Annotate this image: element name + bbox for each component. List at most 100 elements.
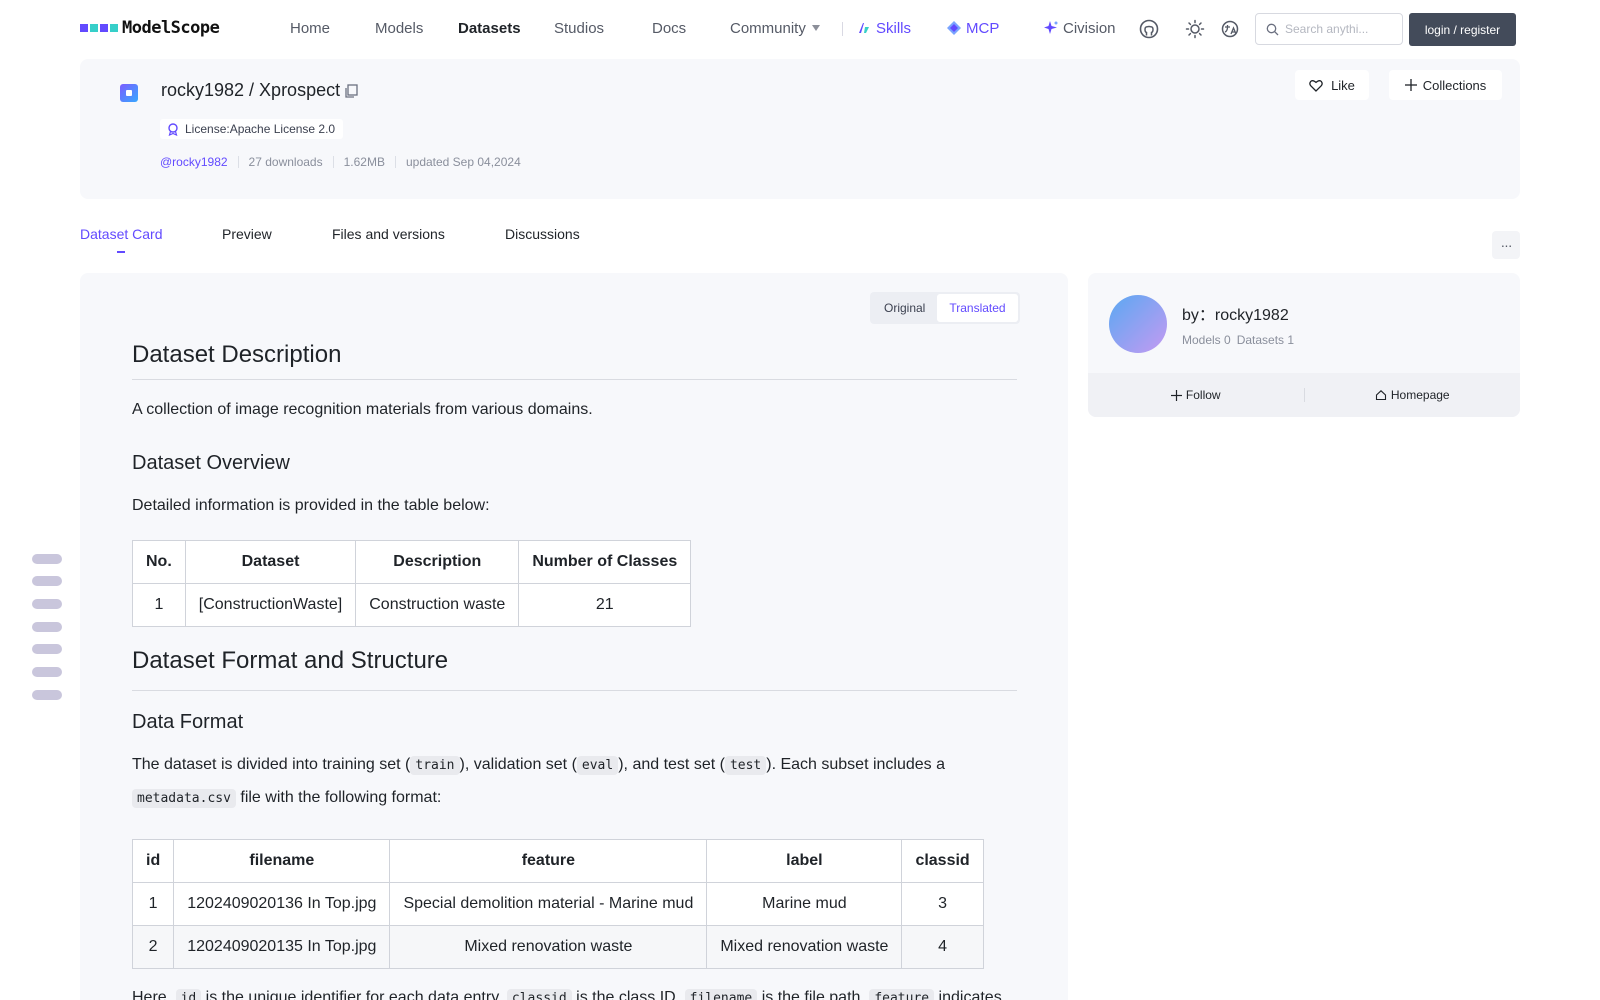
nav-models[interactable]: Models <box>375 20 423 37</box>
outline-item[interactable] <box>32 667 62 677</box>
nav-community[interactable]: Community <box>730 20 820 37</box>
nav-mcp[interactable]: MCP <box>946 20 999 37</box>
collections-button[interactable]: Collections <box>1389 70 1502 100</box>
tab-files-and-versions[interactable]: Files and versions <box>332 226 445 242</box>
code-classid: classid <box>506 989 572 1000</box>
table-cell: [ConstructionWaste] <box>184 583 357 627</box>
table-header-row: No. Dataset Description Number of Classe… <box>132 540 692 584</box>
modelscope-logo[interactable]: ModelScope <box>80 18 220 38</box>
license-label: License:Apache License 2.0 <box>185 122 336 136</box>
text-segment: ), validation set ( <box>459 756 577 773</box>
follow-button[interactable]: Follow <box>1088 388 1304 402</box>
outline-item[interactable] <box>32 554 62 564</box>
copy-icon[interactable] <box>343 83 359 99</box>
author-name[interactable]: by：rocky1982 <box>1182 301 1289 325</box>
login-register-button[interactable]: login / register <box>1409 13 1516 46</box>
license-badge[interactable]: License:Apache License 2.0 <box>160 119 344 139</box>
skills-icon <box>859 23 869 33</box>
description-text: A collection of image recognition materi… <box>132 401 593 418</box>
code-eval: eval <box>576 756 619 775</box>
heart-icon <box>1309 79 1323 92</box>
plus-icon <box>1170 389 1182 401</box>
text-segment: is the file path, <box>757 989 870 1000</box>
table-cell: 4 <box>901 925 984 969</box>
table-cell: 1 <box>132 583 186 627</box>
table-cell: Construction waste <box>355 583 520 627</box>
code-metadata: metadata.csv <box>132 789 236 808</box>
table-cell: 21 <box>518 583 692 627</box>
nav-studios[interactable]: Studios <box>554 20 604 37</box>
nav-civision[interactable]: Civision <box>1043 20 1116 37</box>
logo-text: ModelScope <box>122 18 220 38</box>
search-input[interactable] <box>1285 22 1395 36</box>
code-id: id <box>175 989 202 1000</box>
outline-item[interactable] <box>32 576 62 586</box>
nav-civision-label: Civision <box>1063 20 1116 37</box>
owner-link[interactable]: @rocky1982 <box>160 155 228 169</box>
toggle-translated[interactable]: Translated <box>937 294 1018 322</box>
table-header-row: id filename feature label classid <box>131 839 984 883</box>
heading-data-format: Data Format <box>132 711 244 733</box>
like-label: Like <box>1331 77 1355 93</box>
more-options-button[interactable]: ··· <box>1492 231 1520 259</box>
format-table: id filename feature label classid 1 1202… <box>131 839 984 969</box>
field-explanation-text: Here, id is the unique identifier for ea… <box>132 982 1017 1000</box>
text-segment: ), and test set ( <box>618 756 725 773</box>
search-icon <box>1266 23 1279 35</box>
table-cell: Mixed renovation waste <box>706 925 903 969</box>
table-row: 2 1202409020135 In Top.jpg Mixed renovat… <box>131 925 984 969</box>
table-cell: Marine mud <box>706 882 903 926</box>
table-header-cell: Number of Classes <box>518 540 692 584</box>
nav-docs[interactable]: Docs <box>652 20 686 37</box>
tab-dataset-card[interactable]: Dataset Card <box>80 226 162 242</box>
nav-divider <box>842 22 843 36</box>
outline-item[interactable] <box>32 690 62 700</box>
avatar[interactable] <box>1109 295 1167 353</box>
tab-discussions[interactable]: Discussions <box>505 226 580 242</box>
outline-item[interactable] <box>32 644 62 654</box>
nav-skills-label: Skills <box>876 20 912 37</box>
text-segment: Here, <box>132 989 176 1000</box>
search-box[interactable] <box>1255 13 1403 45</box>
table-header-cell: label <box>706 839 903 883</box>
table-header-cell: feature <box>389 839 708 883</box>
table-cell: 2 <box>131 925 175 969</box>
language-icon[interactable] <box>1220 19 1240 39</box>
table-row: 1 1202409020136 In Top.jpg Special demol… <box>131 882 984 926</box>
updated-date: updated Sep 04,2024 <box>405 155 521 169</box>
author-datasets-count[interactable]: Datasets 1 <box>1237 333 1294 347</box>
homepage-label: Homepage <box>1390 388 1450 402</box>
table-header-cell: id <box>131 839 175 883</box>
github-icon[interactable] <box>1139 19 1159 39</box>
toggle-original[interactable]: Original <box>872 294 937 322</box>
heading-dataset-overview: Dataset Overview <box>132 452 290 474</box>
table-cell: 3 <box>901 882 984 926</box>
nav-home[interactable]: Home <box>290 20 330 37</box>
outline-item[interactable] <box>32 599 62 609</box>
theme-sun-icon[interactable] <box>1185 19 1205 39</box>
dataset-size: 1.62MB <box>343 155 385 169</box>
homepage-button[interactable]: Homepage <box>1305 388 1521 402</box>
dataset-header: rocky1982 / Xprospect License:Apache Lic… <box>80 59 1520 199</box>
tab-preview[interactable]: Preview <box>222 226 272 242</box>
code-feature: feature <box>869 989 935 1000</box>
sparkle-icon <box>1044 21 1058 34</box>
meta-divider <box>332 156 334 168</box>
author-stats: Models 0 Datasets 1 <box>1182 333 1294 347</box>
table-header-cell: Description <box>355 540 520 584</box>
like-button[interactable]: Like <box>1295 70 1369 100</box>
text-segment: ). Each subset includes a <box>766 756 946 773</box>
outline-item[interactable] <box>32 622 62 632</box>
table-cell: 1202409020136 In Top.jpg <box>173 882 391 926</box>
author-models-count[interactable]: Models 0 <box>1182 333 1231 347</box>
nav-datasets[interactable]: Datasets <box>458 20 521 37</box>
table-header-cell: classid <box>901 839 984 883</box>
nav-skills[interactable]: Skills <box>856 20 911 37</box>
table-cell: Special demolition material - Marine mud <box>389 882 708 926</box>
table-cell: Mixed renovation waste <box>389 925 708 969</box>
collections-label: Collections <box>1422 77 1487 93</box>
meta-divider <box>237 156 239 168</box>
overview-text: Detailed information is provided in the … <box>132 497 490 514</box>
dataset-meta: @rocky1982 27 downloads 1.62MB updated S… <box>160 155 521 169</box>
code-test: test <box>724 756 767 775</box>
